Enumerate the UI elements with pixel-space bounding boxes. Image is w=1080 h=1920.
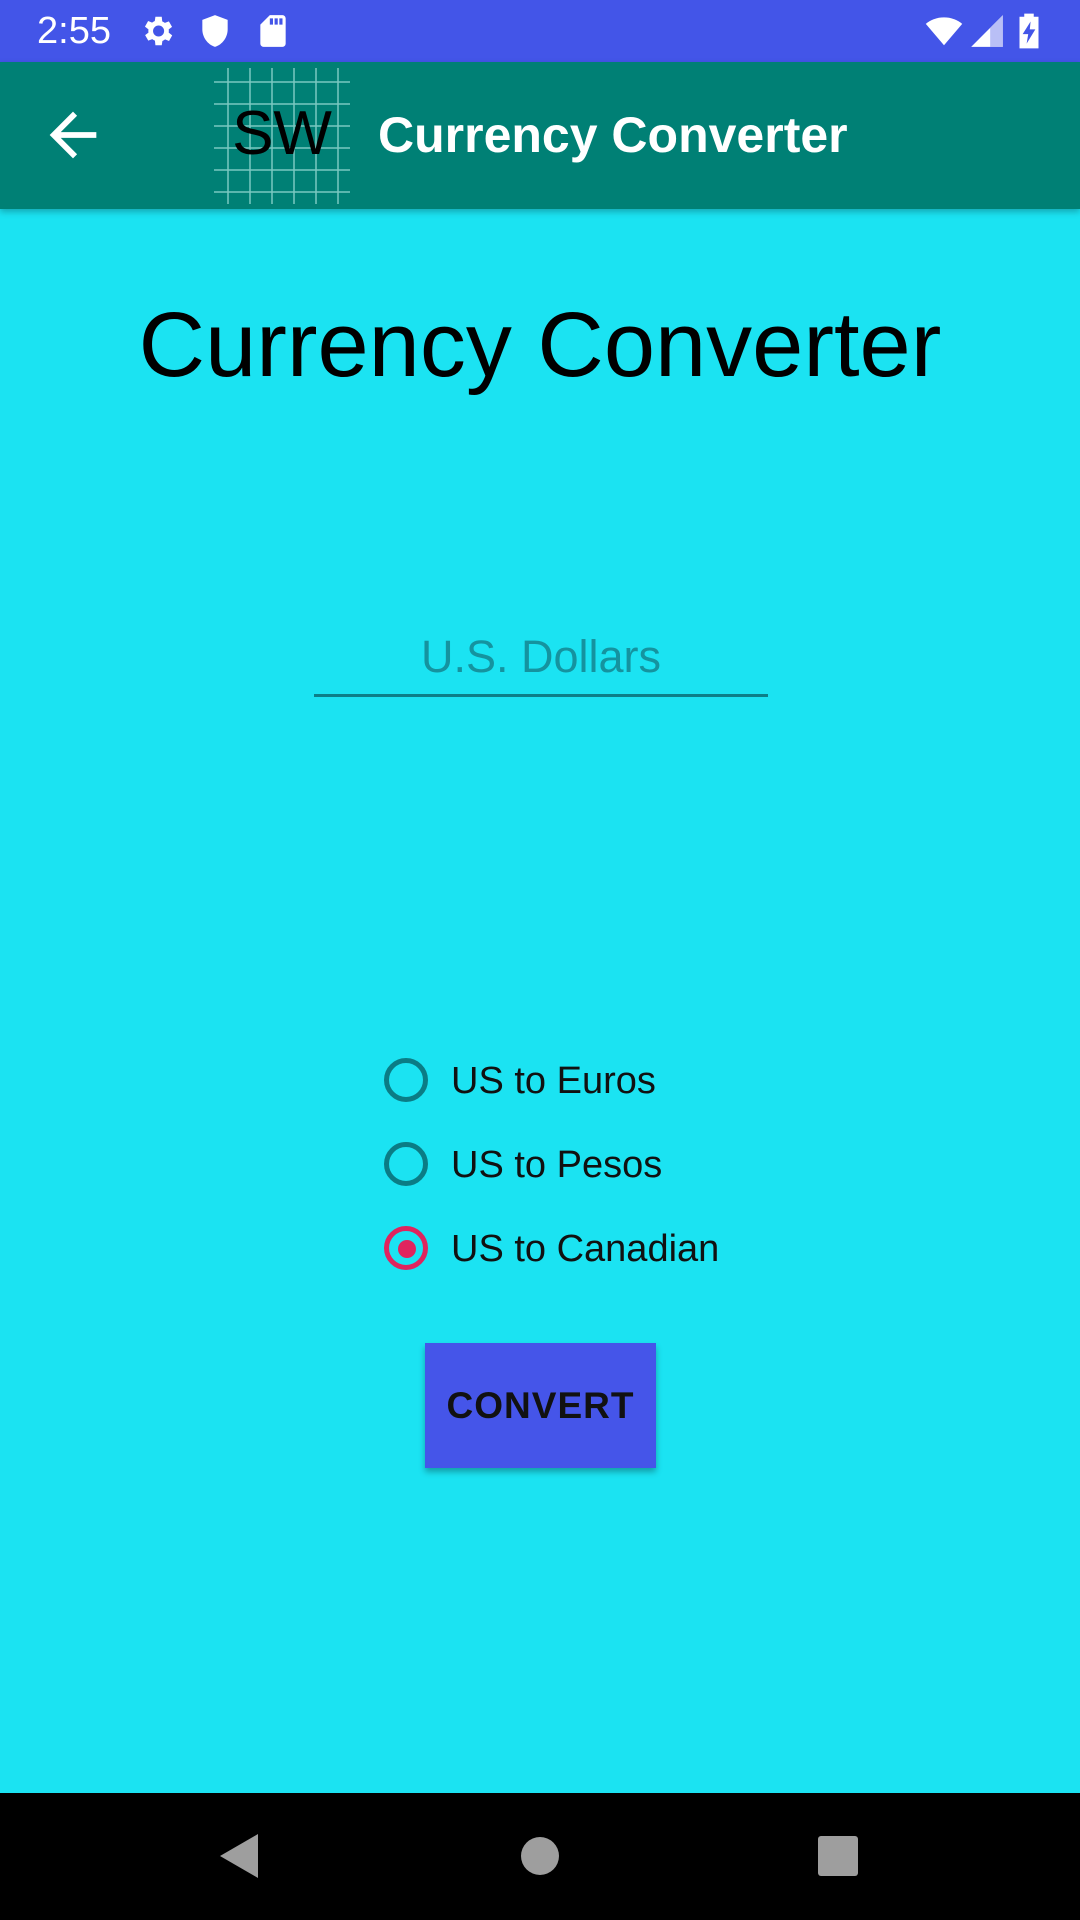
app-logo: SW (210, 64, 354, 208)
radio-label: US to Canadian (451, 1228, 720, 1270)
home-circle-icon[interactable] (510, 1826, 570, 1886)
app-bar: SW Currency Converter (0, 62, 1080, 209)
sd-card-icon (260, 15, 286, 47)
radio-option-us-to-canadian[interactable]: US to Canadian (380, 1220, 780, 1284)
radio-option-us-to-pesos[interactable]: US to Pesos (380, 1136, 780, 1200)
system-nav-bar (0, 1793, 1080, 1920)
usd-amount-input[interactable] (314, 620, 768, 697)
page-title: Currency Converter (138, 294, 942, 396)
battery-charging-icon (1019, 13, 1039, 49)
radio-unchecked-icon[interactable] (384, 1142, 428, 1186)
radio-unchecked-icon[interactable] (384, 1058, 428, 1102)
signal-icon (971, 15, 1003, 47)
app-logo-text: SW (232, 99, 332, 168)
radio-option-us-to-euros[interactable]: US to Euros (380, 1052, 780, 1116)
gear-icon (144, 16, 173, 46)
status-time: 2:55 (37, 10, 111, 52)
wifi-icon (925, 17, 963, 46)
radio-label: US to Euros (451, 1060, 656, 1102)
recents-square-icon[interactable] (808, 1826, 868, 1886)
arrow-back-icon[interactable] (38, 100, 108, 170)
app-bar-title: Currency Converter (378, 107, 848, 163)
shield-icon (202, 15, 228, 47)
back-triangle-icon[interactable] (210, 1826, 270, 1886)
radio-checked-icon[interactable] (384, 1226, 428, 1270)
radio-label: US to Pesos (451, 1144, 663, 1186)
status-bar: 2:55 (0, 0, 1080, 62)
radio-dot (398, 1240, 416, 1258)
convert-button[interactable]: CONVERT (425, 1343, 656, 1468)
